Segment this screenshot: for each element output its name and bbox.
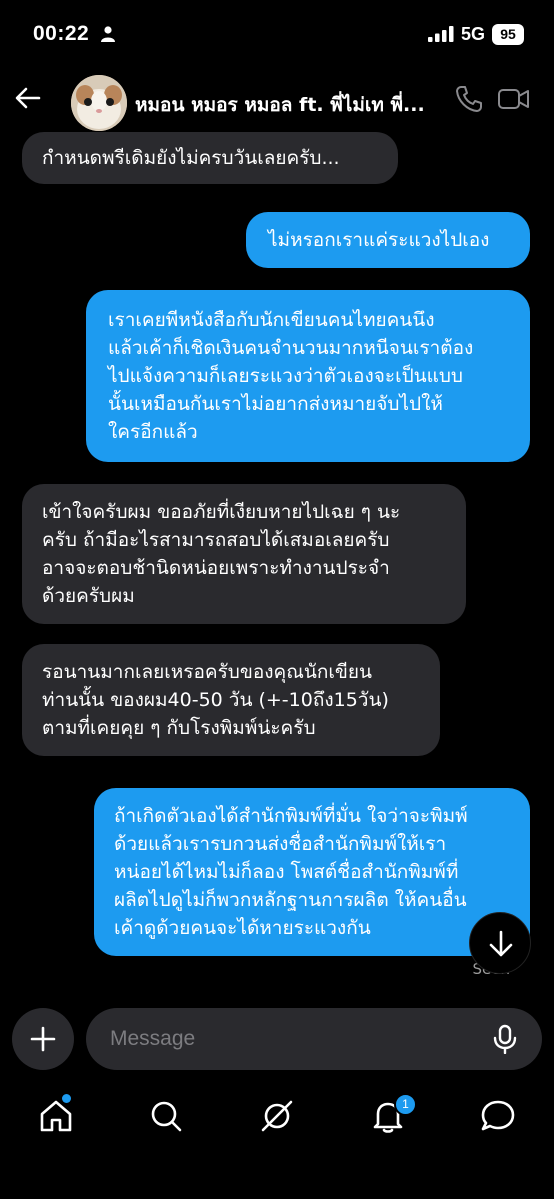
- phone-icon[interactable]: [454, 84, 484, 114]
- plus-icon: [30, 1026, 56, 1052]
- microphone-icon[interactable]: [492, 1024, 518, 1054]
- video-camera-icon[interactable]: [497, 86, 531, 112]
- message-line: รอนานมากเลยเหรอครับของคุณนักเขียน: [42, 661, 372, 683]
- signal-icon: [428, 26, 454, 42]
- back-arrow-icon[interactable]: [14, 84, 42, 112]
- add-attachment-button[interactable]: [12, 1008, 74, 1070]
- arrow-down-icon: [489, 930, 513, 957]
- message-line: เราเคยพีหนังสือกับนักเขียนคนไทยคนนึง: [108, 309, 435, 331]
- message-line: ใครอีกแล้ว: [108, 421, 198, 443]
- chat-icon[interactable]: [478, 1096, 518, 1136]
- message-line: ด้วยแล้วเรารบกวนส่งชื่อสำนักพิมพ์ให้เรา: [114, 833, 447, 855]
- bottom-nav: [0, 1086, 554, 1146]
- home-unread-dot: [62, 1094, 71, 1103]
- status-time: 00:22: [33, 22, 90, 45]
- message-text: ไม่หรอกเราแค่ระแวงไปเอง: [268, 229, 490, 251]
- person-icon: [101, 26, 115, 42]
- message-line: นั้นเหมือนกันเราไม่อยากส่งหมายจับไปให้: [108, 393, 443, 415]
- message-line: หน่อยได้ไหมไม่ก็ลอง โพสต์ชื่อสำนักพิมพ์ท…: [114, 861, 459, 883]
- message-text: กำหนดพรีเดิมยังไม่ครบวันเลยครับ...: [42, 147, 340, 169]
- message-bubble-incoming[interactable]: เข้าใจครับผม ขออภัยที่เงียบหายไปเฉย ๆ นะ…: [22, 484, 466, 624]
- message-bubble-incoming[interactable]: รอนานมากเลยเหรอครับของคุณนักเขียน ท่านนั…: [22, 644, 440, 756]
- message-line: อาจจะตอบช้านิดหน่อยเพราะทำงานประจำ: [42, 557, 390, 579]
- notification-badge: 1: [394, 1093, 417, 1116]
- chat-header: หมอน หมอร หมอล ft. พี่ไม่เท พี่...: [0, 72, 554, 131]
- message-line: ไปแจ้งความก็เลยระแวงว่าตัวเองจะเป็นแบบ: [108, 365, 463, 387]
- message-line: ท่านนั้น ของผม40-50 วัน (+-10ถึง15วัน): [42, 689, 389, 711]
- search-icon[interactable]: [146, 1096, 186, 1136]
- message-line: เข้าใจครับผม ขออภัยที่เงียบหายไปเฉย ๆ นะ: [42, 501, 401, 523]
- hamster-avatar-icon: [71, 75, 127, 131]
- message-bubble-outgoing[interactable]: ถ้าเกิดตัวเองได้สำนักพิมพ์ที่มั่น ใจว่าจ…: [94, 788, 530, 956]
- message-line: ครับ ถ้ามีอะไรสามารถสอบได้เสมอเลยครับ: [42, 529, 390, 551]
- message-line: แล้วเค้าก็เชิดเงินคนจำนวนมากหนีจนเราต้อง: [108, 337, 474, 359]
- chat-title[interactable]: หมอน หมอร หมอล ft. พี่ไม่เท พี่...: [135, 90, 435, 120]
- status-bar: 00:22 5G 95: [0, 0, 554, 70]
- scroll-to-bottom-button[interactable]: [469, 912, 531, 974]
- message-line: เค้าดูด้วยคนจะได้หายระแวงกัน: [114, 917, 371, 939]
- message-line: ถ้าเกิดตัวเองได้สำนักพิมพ์ที่มั่น ใจว่าจ…: [114, 805, 468, 827]
- avatar[interactable]: [71, 75, 127, 131]
- message-input[interactable]: [86, 1008, 542, 1070]
- message-line: ตามที่เคยคุย ๆ กับโรงพิมพ์น่ะครับ: [42, 717, 316, 739]
- network-label: 5G: [461, 24, 486, 44]
- grok-icon[interactable]: [257, 1096, 297, 1136]
- home-icon[interactable]: [36, 1096, 76, 1136]
- message-bubble-incoming[interactable]: กำหนดพรีเดิมยังไม่ครบวันเลยครับ...: [22, 132, 398, 184]
- message-bubble-outgoing[interactable]: เราเคยพีหนังสือกับนักเขียนคนไทยคนนึง แล้…: [86, 290, 530, 462]
- message-line: ผลิตไปดูไม่ก็พวกหลักฐานการผลิต ให้คนอื่น: [114, 889, 467, 911]
- message-line: ด้วยครับผม: [42, 585, 135, 607]
- battery-indicator: 95: [492, 24, 524, 45]
- message-bubble-outgoing[interactable]: ไม่หรอกเราแค่ระแวงไปเอง: [246, 212, 530, 268]
